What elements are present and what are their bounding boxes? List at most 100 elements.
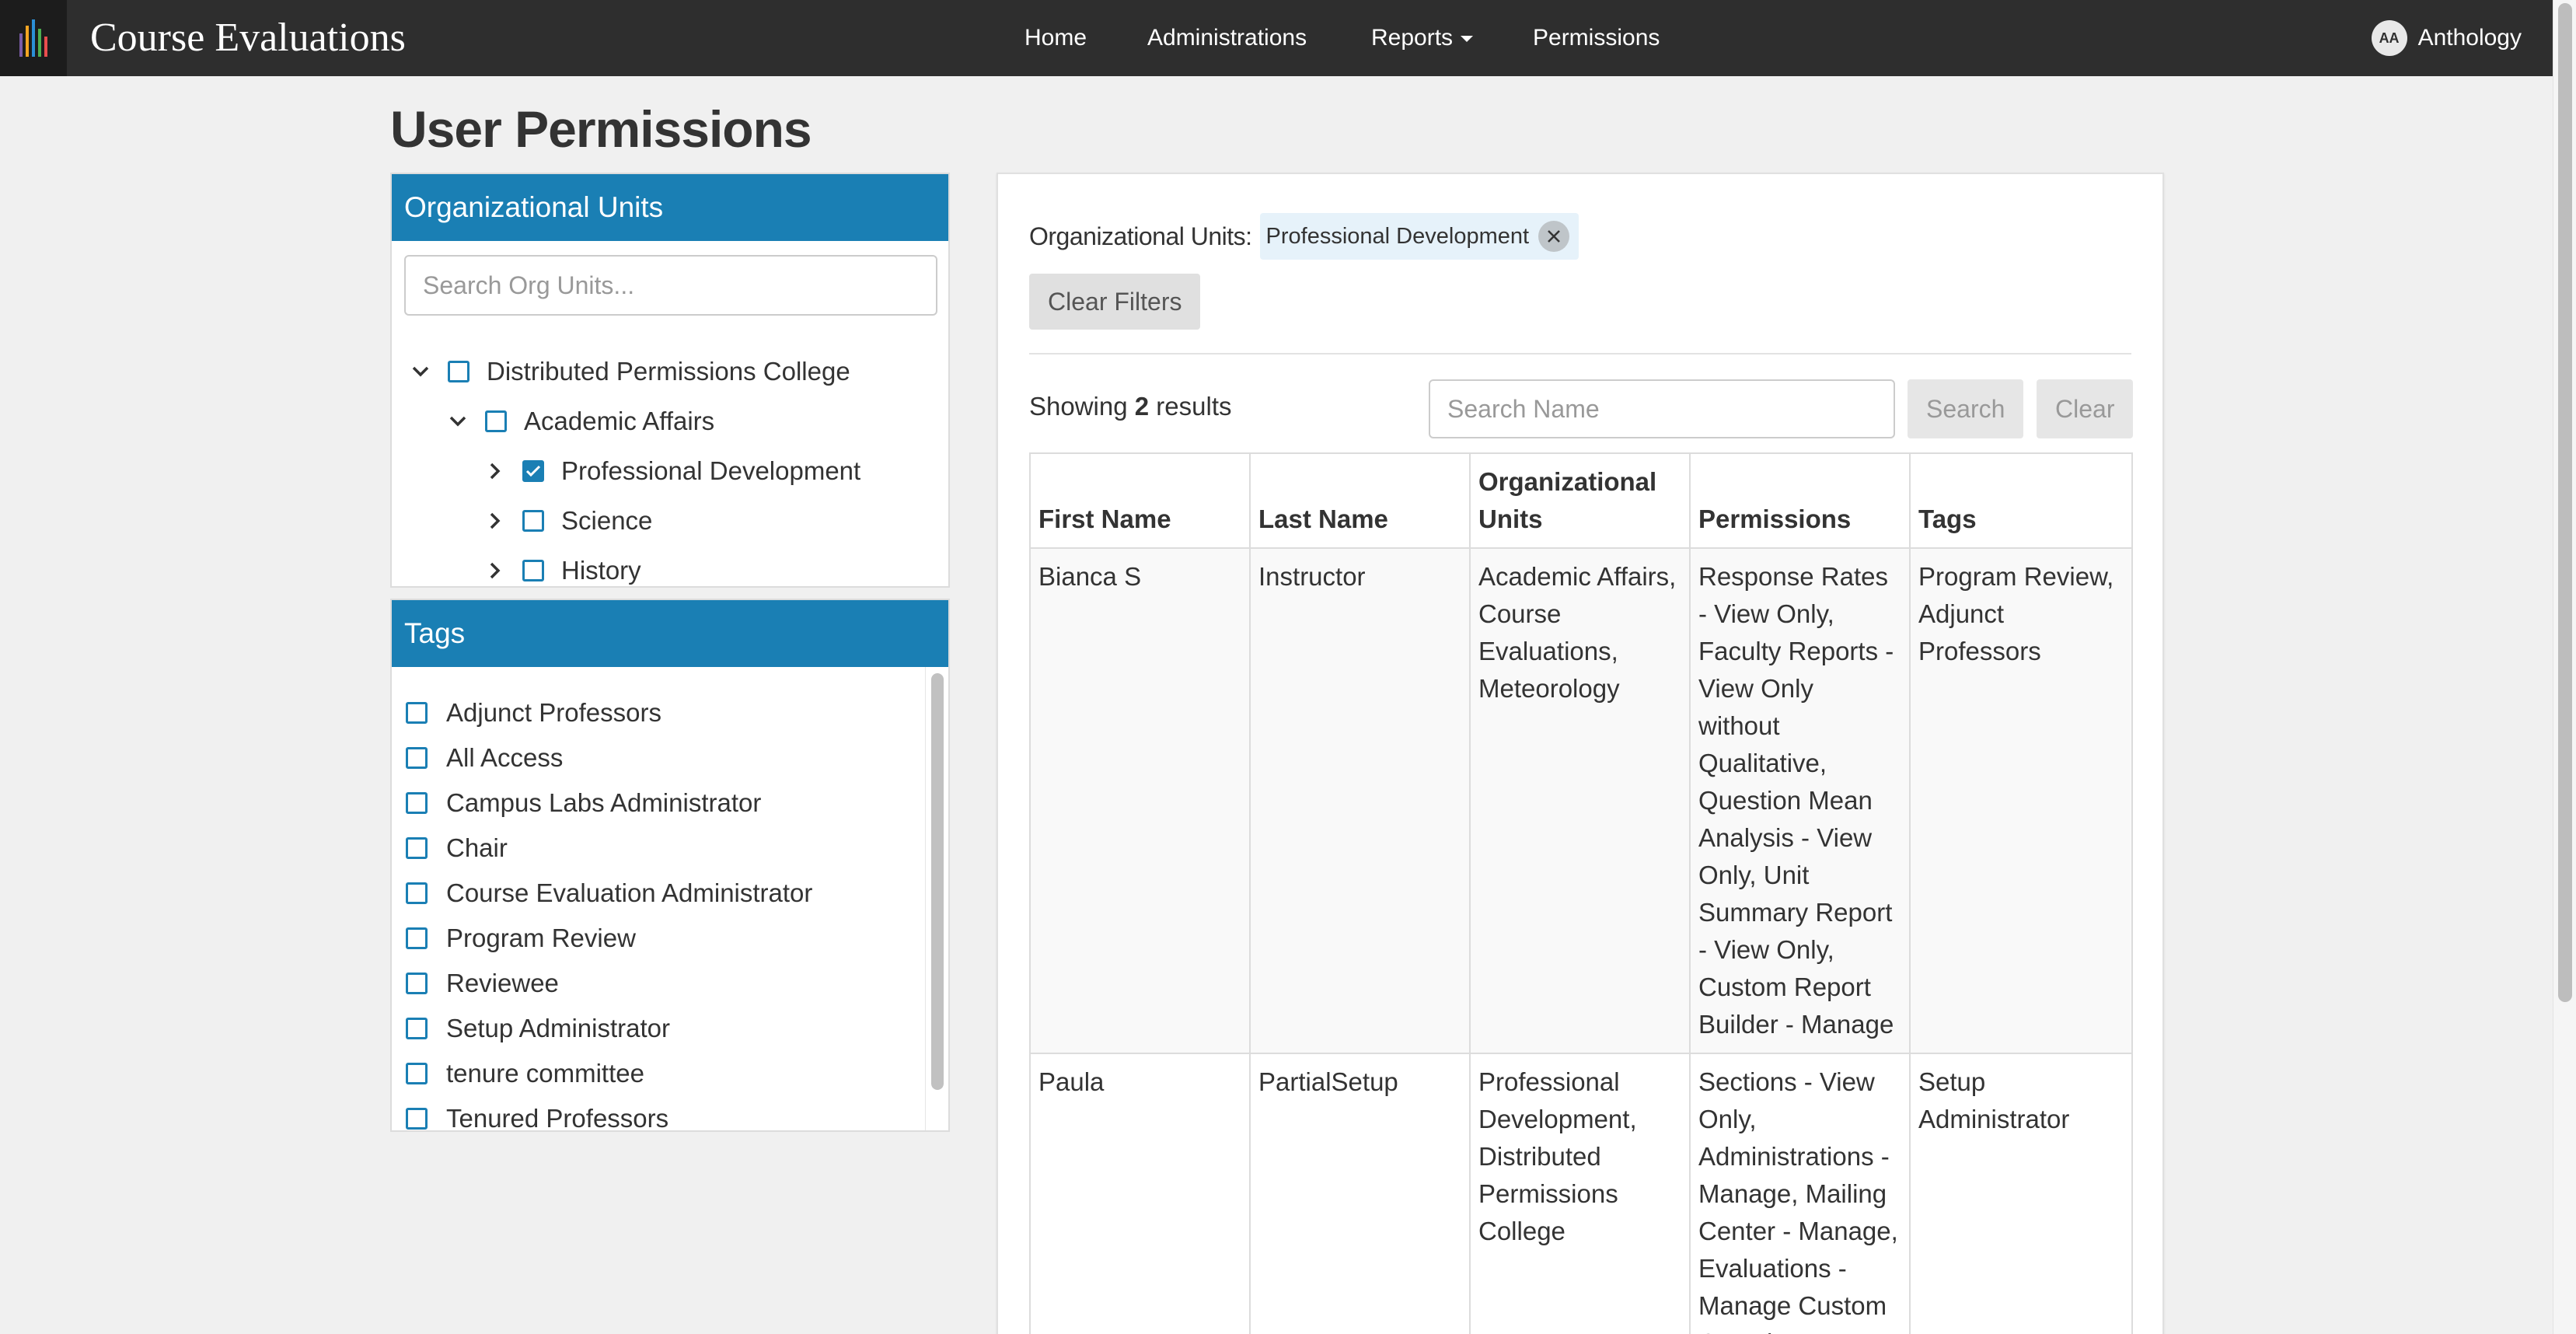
- filter-chip: Professional Development: [1259, 213, 1579, 260]
- tree-checkbox[interactable]: [448, 361, 469, 382]
- tree-checkbox[interactable]: [522, 560, 544, 581]
- column-header-first-name[interactable]: First Name: [1029, 452, 1251, 549]
- tag-item-reviewee[interactable]: Reviewee: [406, 961, 559, 1006]
- results-count-number: 2: [1134, 392, 1150, 421]
- column-header-last-name[interactable]: Last Name: [1249, 452, 1471, 549]
- tree-item-label: History: [561, 556, 641, 585]
- tag-checkbox[interactable]: [406, 702, 428, 724]
- tag-item-tenured-professors[interactable]: Tenured Professors: [406, 1096, 668, 1130]
- tree-item-history: History: [483, 546, 641, 595]
- tree-checkbox[interactable]: [522, 510, 544, 532]
- active-filters: Organizational Units: Professional Devel…: [1029, 213, 1579, 260]
- tags-scrollbar[interactable]: [925, 667, 948, 1130]
- search-button[interactable]: Search: [1908, 379, 2024, 438]
- tag-item-all-access[interactable]: All Access: [406, 735, 563, 780]
- nav-reports[interactable]: Reports: [1371, 0, 1474, 76]
- user-menu[interactable]: AA Anthology: [2371, 0, 2522, 76]
- tree-checkbox-checked[interactable]: [522, 460, 544, 482]
- tag-label: Course Evaluation Administrator: [446, 878, 813, 907]
- tag-item-chair[interactable]: Chair: [406, 826, 508, 871]
- remove-filter-close-icon[interactable]: [1538, 221, 1570, 252]
- tree-item-science: Science: [483, 496, 652, 546]
- avatar: AA: [2371, 20, 2407, 56]
- filter-chip-label: Professional Development: [1265, 223, 1530, 249]
- tag-list: Adjunct Professors All Access Campus Lab…: [392, 667, 925, 1130]
- table-row[interactable]: Bianca S Instructor Academic Affairs, Co…: [1029, 547, 2133, 1054]
- nav-reports-label: Reports: [1371, 25, 1454, 51]
- results-count: Showing 2 results: [1029, 392, 1232, 421]
- tag-checkbox[interactable]: [406, 837, 428, 859]
- tag-label: Setup Administrator: [446, 1014, 670, 1042]
- tags-panel: Tags Adjunct Professors All Access Campu…: [390, 599, 950, 1132]
- tag-label: tenure committee: [446, 1059, 644, 1088]
- table-row[interactable]: Paula PartialSetup Professional Developm…: [1029, 1053, 2133, 1334]
- tag-item-campus-labs-administrator[interactable]: Campus Labs Administrator: [406, 780, 761, 826]
- tree-item-label: Distributed Permissions College: [487, 357, 850, 386]
- showing-prefix: Showing: [1029, 392, 1128, 421]
- top-navbar: Course Evaluations Home Administrations …: [0, 0, 2553, 76]
- tree-item-academic-affairs: Academic Affairs: [446, 396, 714, 446]
- tag-label: Chair: [446, 833, 508, 862]
- tag-item-adjunct-professors[interactable]: Adjunct Professors: [406, 690, 661, 735]
- org-units-header: Organizational Units: [392, 174, 948, 241]
- tag-checkbox[interactable]: [406, 927, 428, 949]
- chevron-down-icon[interactable]: [446, 410, 469, 433]
- tag-checkbox[interactable]: [406, 1063, 428, 1084]
- tag-label: Campus Labs Administrator: [446, 788, 762, 817]
- cell-last-name: Instructor: [1249, 547, 1471, 1054]
- cell-first-name: Paula: [1029, 1053, 1251, 1334]
- filter-label: Organizational Units:: [1029, 222, 1252, 250]
- cell-org-units: Academic Affairs, Course Evaluations, Me…: [1469, 547, 1691, 1054]
- org-units-search-input[interactable]: [404, 255, 937, 316]
- clear-button[interactable]: Clear: [2037, 379, 2134, 438]
- tree-item-label: Professional Development: [561, 456, 861, 485]
- page-scrollbar[interactable]: [2553, 0, 2576, 1334]
- chevron-right-icon[interactable]: [483, 509, 507, 533]
- showing-suffix: results: [1156, 392, 1232, 421]
- app-title[interactable]: Course Evaluations: [90, 14, 406, 62]
- tag-item-tenure-committee[interactable]: tenure committee: [406, 1051, 644, 1096]
- tag-item-program-review[interactable]: Program Review: [406, 916, 636, 961]
- tags-header: Tags: [392, 600, 948, 667]
- caret-down-icon: [1461, 36, 1474, 43]
- chevron-right-icon[interactable]: [483, 459, 507, 483]
- nav-home[interactable]: Home: [1024, 0, 1087, 76]
- results-panel: Organizational Units: Professional Devel…: [997, 173, 2164, 1334]
- tree-item-label: Science: [561, 506, 653, 535]
- tag-label: Reviewee: [446, 969, 559, 997]
- page-scrollbar-thumb[interactable]: [2558, 3, 2572, 1002]
- tag-checkbox[interactable]: [406, 1108, 428, 1130]
- results-table: First Name Last Name Organizational Unit…: [1029, 452, 2133, 1334]
- chevron-down-icon[interactable]: [409, 360, 432, 383]
- tag-checkbox[interactable]: [406, 1018, 428, 1039]
- column-header-permissions[interactable]: Permissions: [1689, 452, 1911, 549]
- org-units-panel: Organizational Units Distributed Permiss…: [390, 173, 950, 588]
- checkmark-icon: [525, 465, 541, 477]
- nav-permissions[interactable]: Permissions: [1533, 0, 1660, 76]
- cell-last-name: PartialSetup: [1249, 1053, 1471, 1334]
- clear-filters-button[interactable]: Clear Filters: [1029, 274, 1201, 330]
- tag-label: Tenured Professors: [446, 1104, 669, 1130]
- table-header-row: First Name Last Name Organizational Unit…: [1029, 452, 2133, 549]
- tag-checkbox[interactable]: [406, 792, 428, 814]
- tag-label: Program Review: [446, 924, 636, 952]
- tree-checkbox[interactable]: [485, 410, 507, 432]
- cell-permissions: Response Rates - View Only, Faculty Repo…: [1689, 547, 1911, 1054]
- tree-item-professional-development: Professional Development: [483, 446, 860, 496]
- name-search-input[interactable]: [1429, 379, 1895, 438]
- tag-checkbox[interactable]: [406, 973, 428, 994]
- tree-item-label: Academic Affairs: [524, 407, 715, 435]
- tag-item-setup-administrator[interactable]: Setup Administrator: [406, 1006, 670, 1051]
- tag-item-course-evaluation-administrator[interactable]: Course Evaluation Administrator: [406, 871, 812, 916]
- cell-org-units: Professional Development, Distributed Pe…: [1469, 1053, 1691, 1334]
- tag-checkbox[interactable]: [406, 882, 428, 904]
- column-header-tags[interactable]: Tags: [1909, 452, 2133, 549]
- column-header-organizational-units[interactable]: Organizational Units: [1469, 452, 1691, 549]
- bar-chart-logo-icon: [19, 19, 47, 57]
- tags-scrollbar-thumb[interactable]: [931, 673, 944, 1090]
- user-name: Anthology: [2417, 25, 2522, 51]
- tag-checkbox[interactable]: [406, 747, 428, 769]
- chevron-right-icon[interactable]: [483, 559, 507, 582]
- logo[interactable]: [0, 0, 67, 76]
- nav-administrations[interactable]: Administrations: [1147, 0, 1307, 76]
